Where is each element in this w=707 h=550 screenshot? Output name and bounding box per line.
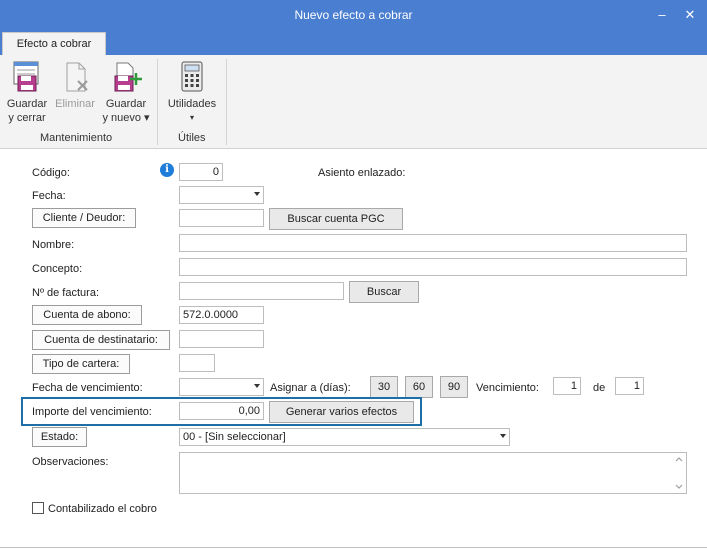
cuenta-abono-button[interactable]: Cuenta de abono: [32,305,142,325]
observaciones-label: Observaciones: [32,456,109,468]
cliente-field[interactable] [179,209,264,227]
importe-vencimiento-label: Importe del vencimiento: [32,406,152,418]
ribbon: Guardar y cerrar Eliminar Guardar y nuev… [0,55,707,149]
ribbon-tabstrip: Efecto a cobrar [0,30,707,56]
generar-varios-efectos-button[interactable]: Generar varios efectos [269,401,414,423]
factura-label: Nº de factura: [32,287,99,299]
dias-90-button[interactable]: 90 [440,376,468,398]
delete-icon [58,59,92,95]
importe-vencimiento-field[interactable]: 0,00 [179,402,264,420]
nombre-label: Nombre: [32,239,75,251]
guardar-cerrar-button[interactable]: Guardar y cerrar [4,59,50,125]
de-field[interactable]: 1 [615,377,644,395]
dias-60-button[interactable]: 60 [405,376,433,398]
close-button[interactable]: ✕ [680,5,700,25]
eliminar-label: Eliminar [55,98,95,110]
group-label-utiles: Útiles [178,132,206,144]
vencimiento-label: Vencimiento: [476,382,539,394]
chevron-down-icon [254,384,260,388]
buscar-factura-button[interactable]: Buscar [349,281,419,303]
contabilizado-checkbox[interactable] [32,502,44,514]
cuenta-destinatario-field[interactable] [179,330,264,348]
fecha-combo[interactable] [179,186,264,204]
chevron-down-icon [500,434,506,438]
guardar-nuevo-label-2: y nuevo ▾ [102,112,150,124]
cuenta-abono-field[interactable]: 572.0.0000 [179,306,264,324]
calculator-icon [175,59,209,95]
codigo-field[interactable]: 0 [179,163,223,181]
concepto-label: Concepto: [32,263,83,275]
buscar-cuenta-pgc-button[interactable]: Buscar cuenta PGC [269,208,403,230]
utilidades-label: Utilidades [167,98,217,110]
asiento-enlazado-label: Asiento enlazado: [318,167,406,179]
concepto-field[interactable] [179,258,687,276]
nombre-field[interactable] [179,234,687,252]
de-label: de [593,382,606,394]
dias-30-button[interactable]: 30 [370,376,398,398]
factura-field[interactable] [179,282,344,300]
vencimiento-field[interactable]: 1 [553,377,581,395]
group-separator [157,59,158,145]
fecha-vencimiento-label: Fecha de vencimiento: [32,382,143,394]
fecha-label: Fecha: [32,190,66,202]
contabilizado-label: Contabilizado el cobro [48,503,157,515]
utilidades-dropdown-arrow: ▾ [189,113,194,122]
info-icon[interactable]: i [160,163,174,177]
chevron-down-icon [254,192,260,196]
codigo-label: Código: [32,167,70,179]
guardar-cerrar-label-2: y cerrar [8,112,46,124]
guardar-nuevo-button[interactable]: Guardar y nuevo ▾ [102,59,150,125]
cuenta-destinatario-button[interactable]: Cuenta de destinatario: [32,330,170,350]
save-new-icon [109,59,143,95]
group-separator [226,59,227,145]
fecha-vencimiento-combo[interactable] [179,378,264,396]
window-title: Nuevo efecto a cobrar [294,8,413,22]
save-close-icon [10,59,44,95]
estado-combo[interactable]: 00 - [Sin seleccionar] [179,428,510,446]
guardar-nuevo-label-1: Guardar [105,98,147,110]
tipo-cartera-field[interactable] [179,354,215,372]
cliente-deudor-button[interactable]: Cliente / Deudor: [32,208,136,228]
tab-efecto-a-cobrar[interactable]: Efecto a cobrar [2,32,106,56]
guardar-cerrar-label-1: Guardar [6,98,48,110]
asignar-dias-label: Asignar a (días): [270,382,351,394]
group-label-mantenimiento: Mantenimiento [40,132,113,144]
title-bar: Nuevo efecto a cobrar – ✕ [0,0,707,30]
minimize-button[interactable]: – [652,5,672,25]
estado-button[interactable]: Estado: [32,427,87,447]
observaciones-scrollbar[interactable] [672,453,686,493]
estado-value: 00 - [Sin seleccionar] [183,431,286,443]
utilidades-button[interactable]: Utilidades ▾ [164,59,220,125]
tipo-cartera-button[interactable]: Tipo de cartera: [32,354,130,374]
eliminar-button[interactable]: Eliminar [52,59,98,111]
bottom-divider [0,547,707,548]
observaciones-textarea[interactable] [179,452,687,494]
